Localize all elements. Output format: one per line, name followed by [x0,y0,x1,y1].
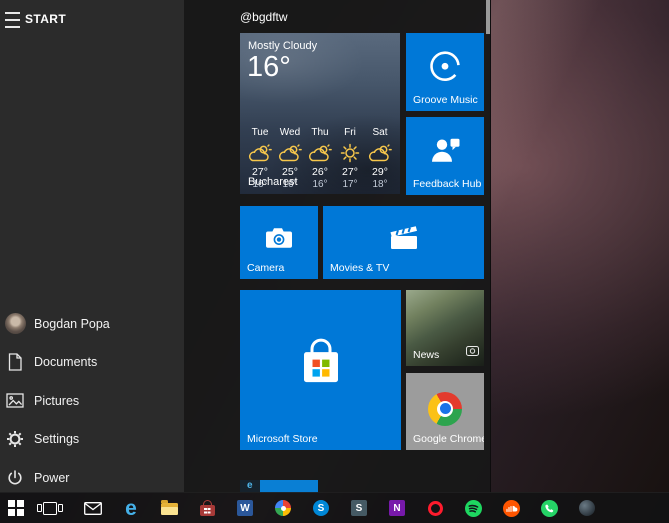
groove-music-icon [427,48,463,89]
photos-pinwheel-icon [275,500,291,516]
soundcloud-icon [502,499,520,517]
sidebar-item-label: Documents [34,355,98,370]
start-menu: START Bogdan Popa Documents Pictures Set… [0,0,491,493]
sidebar-item-pictures[interactable]: Pictures [0,382,184,421]
feedback-hub-tile[interactable]: Feedback Hub [406,117,484,195]
taskbar-skype[interactable]: S [302,493,340,523]
forecast-day: Sat 29° 18° [365,127,395,190]
partly-cloudy-icon [367,141,393,163]
gear-icon [2,426,28,452]
tile-label: Movies & TV [330,262,390,274]
partly-cloudy-icon [307,141,333,163]
mail-icon [84,501,102,515]
partly-cloudy-icon [247,141,273,163]
sidebar-item-user[interactable]: Bogdan Popa [0,305,184,344]
tile-label: Feedback Hub [413,178,482,190]
edge-icon: e [125,496,137,520]
taskbar-mail[interactable] [74,493,112,523]
store-icon [199,499,215,516]
taskbar-opera[interactable] [416,493,454,523]
sidebar-item-documents[interactable]: Documents [0,343,184,382]
document-icon [2,349,28,375]
forecast-day: Thu 26° 16° [305,127,335,190]
spotify-icon [464,499,482,517]
power-icon [2,465,28,491]
taskbar-app-s[interactable]: S [340,493,378,523]
tile-label: News [413,349,440,361]
microsoft-store-tile[interactable]: Microsoft Store [240,290,401,450]
word-icon: W [237,500,253,516]
onenote-icon: N [389,500,405,516]
dark-app-icon [579,500,595,516]
clapperboard-icon [388,225,420,256]
sidebar-item-label: Pictures [34,393,80,408]
news-camera-badge-icon [466,343,479,361]
taskbar-word[interactable]: W [226,493,264,523]
sidebar-item-settings[interactable]: Settings [0,420,184,459]
partly-cloudy-icon [277,141,303,163]
sidebar-item-label: Settings [34,432,80,447]
user-avatar [2,311,28,337]
taskbar-spotify[interactable] [454,493,492,523]
task-view-icon [37,501,63,515]
skype-icon: S [313,500,329,516]
groove-music-tile[interactable]: Groove Music [406,33,484,111]
sidebar-item-label: Power [34,470,70,485]
google-chrome-tile[interactable]: Google Chrome [406,373,484,450]
taskbar-soundcloud[interactable] [492,493,530,523]
start-menu-scrollbar[interactable] [486,0,490,34]
windows-desktop: START Bogdan Popa Documents Pictures Set… [0,0,669,523]
pictures-icon [2,388,28,414]
camera-icon [264,226,294,254]
weather-current-temp: 16° [247,51,291,83]
opera-icon [427,500,443,516]
news-tile[interactable]: News [406,290,484,366]
camera-tile[interactable]: Camera [240,206,318,279]
taskbar-app-dark[interactable] [568,493,606,523]
tile-group-label[interactable]: @bgdftw [240,10,288,24]
tile-label: Groove Music [413,94,478,106]
sidebar-item-label: Bogdan Popa [34,316,110,331]
whatsapp-icon [540,499,558,517]
movies-tv-tile[interactable]: Movies & TV [323,206,484,279]
store-bag-icon [295,338,347,393]
taskbar-whatsapp[interactable] [530,493,568,523]
task-view-button[interactable] [32,493,68,523]
start-menu-title: START [25,12,67,26]
feedback-hub-icon [428,136,462,171]
tile-label: Camera [247,262,285,274]
taskbar-store[interactable] [188,493,226,523]
taskbar: e W S S N [0,492,669,523]
chrome-logo-icon [428,391,462,426]
forecast-day: Fri 27° 17° [335,127,365,190]
hamburger-menu-button[interactable] [5,12,25,28]
file-explorer-icon [160,500,178,515]
start-sidebar: Bogdan Popa Documents Pictures Settings [0,305,184,498]
sunny-icon [339,141,361,163]
tile-label: Google Chrome [413,433,484,445]
edge-tile-glyph: e [247,480,253,491]
taskbar-photos[interactable] [264,493,302,523]
start-button[interactable] [0,493,32,523]
taskbar-file-explorer[interactable] [150,493,188,523]
weather-city: Bucharest [248,176,298,188]
windows-logo-icon [7,499,25,517]
taskbar-edge[interactable]: e [112,493,150,523]
weather-tile[interactable]: Mostly Cloudy 16° Tue 27° 16° Wed 25° 16… [240,33,400,194]
taskbar-onenote[interactable]: N [378,493,416,523]
tile-label: Microsoft Store [247,433,318,445]
s-app-icon: S [351,500,367,516]
